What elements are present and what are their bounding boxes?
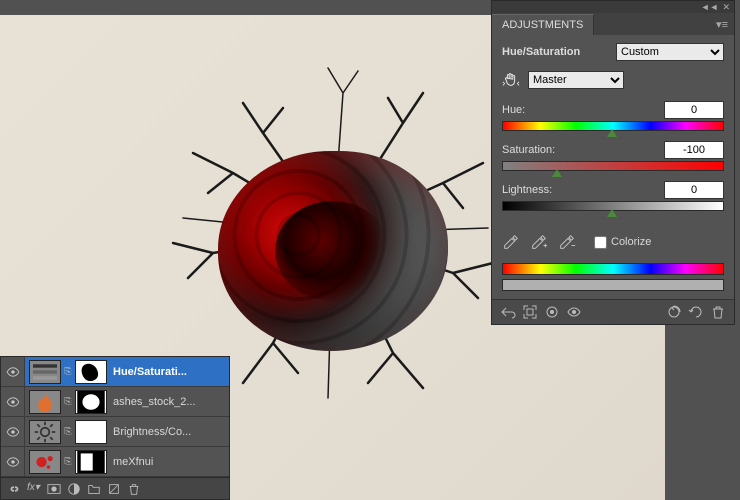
- layer-name[interactable]: ashes_stock_2...: [109, 396, 196, 408]
- layer-thumb[interactable]: [29, 420, 61, 444]
- layer-thumb[interactable]: [29, 450, 61, 474]
- hue-label: Hue:: [502, 104, 664, 116]
- layer-thumb[interactable]: [29, 390, 61, 414]
- visibility-toggle[interactable]: [1, 387, 25, 416]
- colorize-label: Colorize: [611, 236, 651, 248]
- visibility-toggle[interactable]: [1, 447, 25, 476]
- layer-mask-thumb[interactable]: [75, 390, 107, 414]
- panel-topbar: ◄◄ ✕: [492, 1, 734, 13]
- link-icon: ⎘: [63, 426, 73, 437]
- layer-row[interactable]: ⎘ Hue/Saturati...: [1, 357, 229, 387]
- saturation-input[interactable]: [664, 141, 724, 159]
- hue-track[interactable]: [502, 121, 724, 131]
- link-icon: ⎘: [63, 456, 73, 467]
- back-arrow-icon[interactable]: [500, 304, 516, 320]
- trash-icon[interactable]: [710, 304, 726, 320]
- mask-icon[interactable]: [47, 482, 61, 496]
- layer-row[interactable]: ⎘ meXfnui: [1, 447, 229, 477]
- hue-handle[interactable]: [607, 129, 619, 139]
- hue-slider-block: Hue:: [502, 101, 724, 131]
- rose-graphic: [218, 151, 448, 351]
- adjustments-panel: ◄◄ ✕ ADJUSTMENTS ▾≡ Hue/Saturation Custo…: [491, 0, 735, 325]
- scrubby-hand-icon[interactable]: [502, 71, 520, 89]
- expand-icon[interactable]: [522, 304, 538, 320]
- panel-tabbar: ADJUSTMENTS ▾≡: [492, 13, 734, 35]
- spectrum-top: [502, 263, 724, 275]
- layer-name[interactable]: Brightness/Co...: [109, 426, 191, 438]
- collapse-icon[interactable]: ◄◄: [701, 2, 719, 12]
- spectrum-bottom: [502, 279, 724, 291]
- eyedropper-icon[interactable]: [502, 233, 520, 251]
- saturation-track[interactable]: [502, 161, 724, 171]
- layer-row[interactable]: ⎘ ashes_stock_2...: [1, 387, 229, 417]
- trash-icon[interactable]: [127, 482, 141, 496]
- eyedropper-minus-icon[interactable]: [558, 233, 576, 251]
- group-icon[interactable]: [87, 482, 101, 496]
- tab-adjustments[interactable]: ADJUSTMENTS: [492, 14, 594, 35]
- adjustment-title: Hue/Saturation: [502, 46, 616, 58]
- layer-name[interactable]: meXfnui: [109, 456, 153, 468]
- lightness-handle[interactable]: [607, 209, 619, 219]
- layer-name[interactable]: Hue/Saturati...: [109, 366, 187, 378]
- layer-mask-thumb[interactable]: [75, 450, 107, 474]
- layer-mask-thumb[interactable]: [75, 360, 107, 384]
- lightness-track[interactable]: [502, 201, 724, 211]
- visibility-icon[interactable]: [566, 304, 582, 320]
- layer-thumb[interactable]: [29, 360, 61, 384]
- link-layers-icon[interactable]: [7, 482, 21, 496]
- layers-panel: ⎘ Hue/Saturati... ⎘ ashes_stock_2... ⎘ Bright…: [0, 356, 230, 500]
- eyedropper-plus-icon[interactable]: [530, 233, 548, 251]
- adjustments-footer: [492, 299, 734, 324]
- reset-icon[interactable]: [688, 304, 704, 320]
- panel-menu-icon[interactable]: ▾≡: [710, 14, 734, 35]
- colorize-checkbox[interactable]: [594, 236, 607, 249]
- layers-footer: fx▾: [1, 477, 229, 499]
- hue-input[interactable]: [664, 101, 724, 119]
- link-icon: ⎘: [63, 396, 73, 407]
- saturation-label: Saturation:: [502, 144, 664, 156]
- new-layer-icon[interactable]: [107, 482, 121, 496]
- preset-select[interactable]: Custom: [616, 43, 724, 61]
- clip-icon[interactable]: [544, 304, 560, 320]
- prev-state-icon[interactable]: [666, 304, 682, 320]
- fx-icon[interactable]: fx▾: [27, 482, 41, 496]
- visibility-toggle[interactable]: [1, 357, 25, 386]
- layer-row[interactable]: ⎘ Brightness/Co...: [1, 417, 229, 447]
- adjustment-layer-icon[interactable]: [67, 482, 81, 496]
- colorize-checkbox-wrap[interactable]: Colorize: [594, 236, 651, 249]
- saturation-handle[interactable]: [552, 169, 564, 179]
- saturation-slider-block: Saturation:: [502, 141, 724, 171]
- lightness-label: Lightness:: [502, 184, 664, 196]
- close-icon[interactable]: ✕: [722, 2, 730, 13]
- visibility-toggle[interactable]: [1, 417, 25, 446]
- lightness-slider-block: Lightness:: [502, 181, 724, 211]
- lightness-input[interactable]: [664, 181, 724, 199]
- link-icon: ⎘: [63, 366, 73, 377]
- layer-mask-thumb[interactable]: [75, 420, 107, 444]
- channel-select[interactable]: Master: [528, 71, 624, 89]
